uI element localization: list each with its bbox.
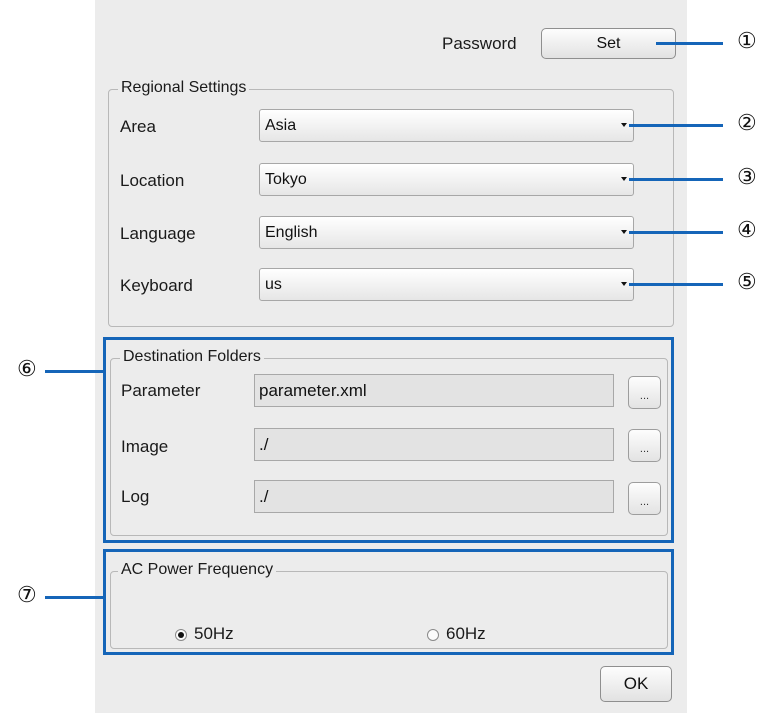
callout-number-2: ② — [737, 111, 757, 136]
language-label: Language — [120, 224, 196, 243]
callout-number-7: ⑦ — [17, 583, 37, 608]
ac-power-highlight-box — [103, 549, 674, 655]
location-value: Tokyo — [265, 171, 307, 188]
keyboard-value: us — [265, 276, 282, 293]
location-select[interactable]: Tokyo — [259, 163, 634, 196]
callout-line-2 — [629, 124, 723, 127]
chevron-down-icon — [621, 230, 627, 234]
area-label: Area — [120, 117, 156, 136]
regional-settings-legend: Regional Settings — [118, 79, 250, 97]
destination-highlight-box — [103, 337, 674, 543]
area-select[interactable]: Asia — [259, 109, 634, 142]
callout-number-6: ⑥ — [17, 357, 37, 382]
callout-line-3 — [629, 178, 723, 181]
callout-line-4 — [629, 231, 723, 234]
callout-line-6 — [45, 370, 105, 373]
callout-line-7 — [45, 596, 105, 599]
callout-line-5 — [629, 283, 723, 286]
callout-number-4: ④ — [737, 218, 757, 243]
ok-button[interactable]: OK — [600, 666, 672, 702]
chevron-down-icon — [621, 177, 627, 181]
callout-number-1: ① — [737, 29, 757, 54]
callout-line-1 — [656, 42, 723, 45]
area-value: Asia — [265, 117, 297, 134]
keyboard-label: Keyboard — [120, 276, 193, 295]
language-select[interactable]: English — [259, 216, 634, 249]
callout-number-3: ③ — [737, 165, 757, 190]
chevron-down-icon — [621, 123, 627, 127]
keyboard-select[interactable]: us — [259, 268, 634, 301]
language-value: English — [265, 224, 318, 241]
password-label: Password — [442, 34, 517, 53]
callout-number-5: ⑤ — [737, 270, 757, 295]
chevron-down-icon — [621, 282, 627, 286]
location-label: Location — [120, 171, 185, 190]
